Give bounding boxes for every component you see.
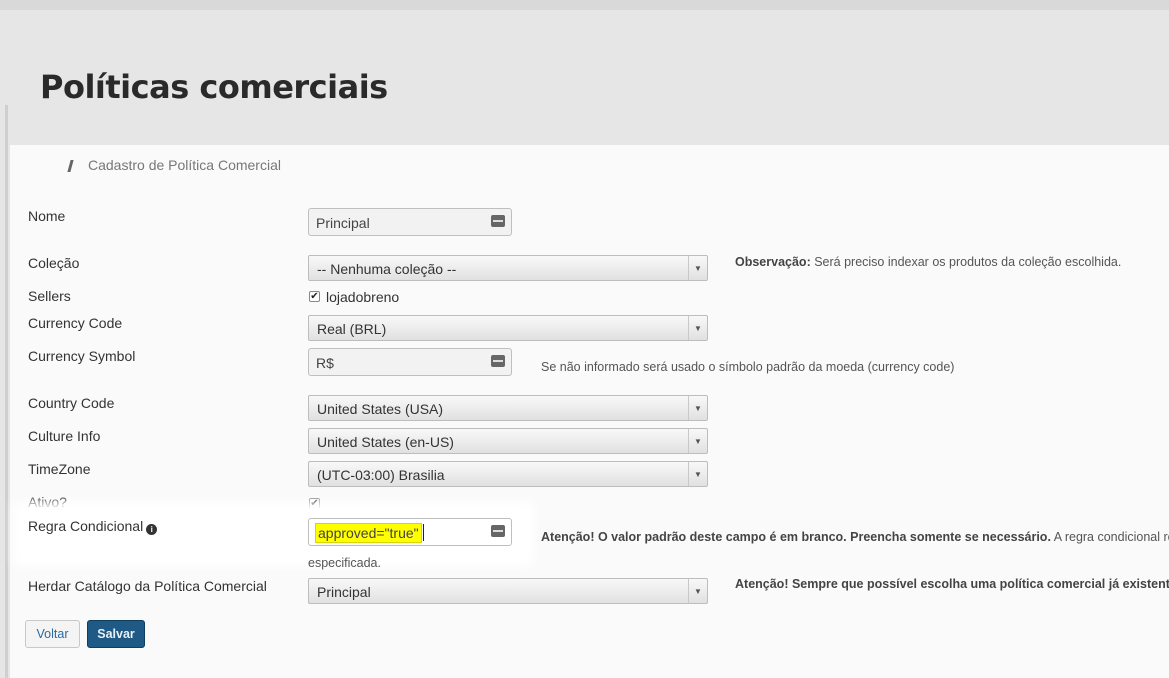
regra-condicional-note: Atenção! O valor padrão deste campo é em… xyxy=(541,530,1169,544)
chevron-down-icon[interactable]: ▼ xyxy=(688,462,707,486)
top-bar xyxy=(0,0,1169,10)
colecao-note-text: Será preciso indexar os produtos da cole… xyxy=(810,255,1122,269)
currency-code-value: Real (BRL) xyxy=(317,321,387,337)
chevron-down-icon[interactable]: ▼ xyxy=(688,256,707,280)
colecao-value: -- Nenhuma coleção -- xyxy=(317,261,457,277)
nome-input[interactable]: Principal xyxy=(308,208,512,236)
regra-condicional-value-wrap: approved="true" xyxy=(315,523,424,543)
sellers-label: Sellers xyxy=(28,288,71,304)
save-button[interactable]: Salvar xyxy=(87,620,145,648)
colecao-label: Coleção xyxy=(28,255,80,271)
regra-condicional-input[interactable]: approved="true" xyxy=(308,518,512,546)
back-button[interactable]: Voltar xyxy=(25,620,80,648)
info-icon[interactable]: i xyxy=(146,524,158,535)
text-cursor xyxy=(422,524,424,541)
page-title: Políticas comerciais xyxy=(40,68,388,106)
keyboard-icon[interactable] xyxy=(491,215,505,227)
culture-info-select[interactable]: United States (en-US) ▼ xyxy=(308,428,708,454)
herdar-catalogo-value: Principal xyxy=(317,584,371,600)
currency-symbol-value: R$ xyxy=(316,355,334,371)
herdar-catalogo-label: Herdar Catálogo da Política Comercial xyxy=(28,578,267,594)
country-code-value: United States (USA) xyxy=(317,401,444,417)
chevron-down-icon[interactable]: ▼ xyxy=(688,316,707,340)
keyboard-icon[interactable] xyxy=(491,525,505,537)
country-code-label: Country Code xyxy=(28,395,115,411)
regra-condicional-note-cont: especificada. xyxy=(308,556,381,570)
colecao-select[interactable]: -- Nenhuma coleção -- ▼ xyxy=(308,255,708,281)
colecao-note-bold: Observação: xyxy=(735,255,811,269)
nome-label: Nome xyxy=(28,208,66,224)
regra-condicional-note-text: A regra condicional red xyxy=(1050,530,1169,544)
regra-condicional-note-bold: Atenção! O valor padrão deste campo é em… xyxy=(541,530,1051,544)
left-rail xyxy=(5,105,8,678)
colecao-note: Observação: Será preciso indexar os prod… xyxy=(735,255,1121,269)
regra-condicional-value: approved="true" xyxy=(315,523,422,543)
culture-info-value: United States (en-US) xyxy=(317,434,454,450)
currency-symbol-input[interactable]: R$ xyxy=(308,348,512,376)
chevron-down-icon[interactable]: ▼ xyxy=(688,429,707,453)
seller-option-label[interactable]: lojadobreno xyxy=(326,289,399,305)
keyboard-icon[interactable] xyxy=(491,355,505,367)
timezone-value: (UTC-03:00) Brasilia xyxy=(317,467,445,483)
currency-symbol-note: Se não informado será usado o símbolo pa… xyxy=(541,360,955,374)
nome-value: Principal xyxy=(316,215,370,231)
regra-condicional-label: Regra Condicional i xyxy=(28,518,158,535)
regra-condicional-label-text: Regra Condicional xyxy=(28,518,144,534)
herdar-catalogo-note-bold: Atenção! Sempre que possível escolha uma… xyxy=(735,577,1169,591)
timezone-select[interactable]: (UTC-03:00) Brasilia ▼ xyxy=(308,461,708,487)
currency-code-select[interactable]: Real (BRL) ▼ xyxy=(308,315,708,341)
currency-code-label: Currency Code xyxy=(28,315,123,331)
chevron-down-icon[interactable]: ▼ xyxy=(688,579,707,603)
chevron-down-icon[interactable]: ▼ xyxy=(688,396,707,420)
seller-checkbox[interactable]: ✔ xyxy=(309,291,320,302)
currency-symbol-label: Currency Symbol xyxy=(28,348,136,364)
breadcrumb[interactable]: Cadastro de Política Comercial xyxy=(88,157,281,173)
culture-info-label: Culture Info xyxy=(28,428,101,444)
country-code-select[interactable]: United States (USA) ▼ xyxy=(308,395,708,421)
herdar-catalogo-note: Atenção! Sempre que possível escolha uma… xyxy=(735,577,1169,591)
herdar-catalogo-select[interactable]: Principal ▼ xyxy=(308,578,708,604)
timezone-label: TimeZone xyxy=(28,461,91,477)
